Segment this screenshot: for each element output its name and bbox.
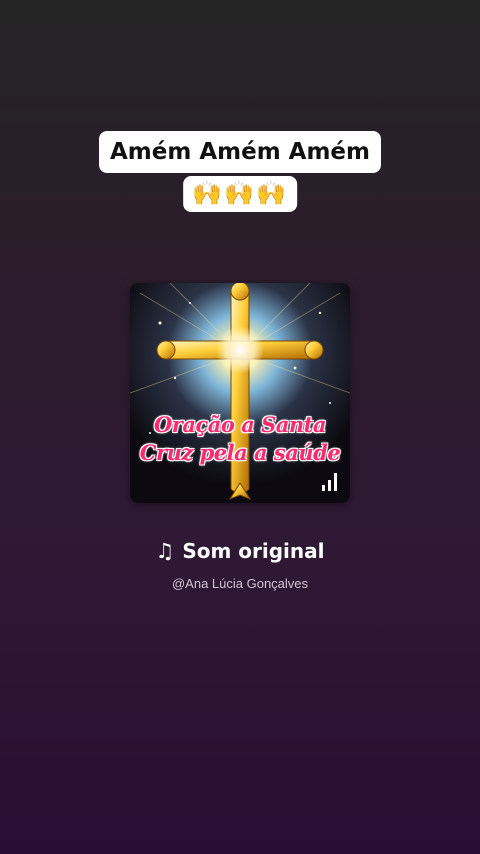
caption-line-1: Amém Amém Amém (98, 131, 382, 173)
music-note-icon: ♫ (155, 539, 175, 563)
cover-title-line-2: Cruz pela a saúde (139, 440, 341, 465)
sound-title: Som original (182, 539, 325, 563)
sound-title-row[interactable]: ♫ Som original (0, 539, 480, 563)
caption-emoji-line: 🙌🙌🙌 (183, 176, 297, 212)
audio-bars-icon (322, 473, 337, 491)
sound-cover-art[interactable]: Oração a Santa Cruz pela a saúde (130, 283, 350, 503)
sound-author[interactable]: @Ana Lúcia Gonçalves (0, 576, 480, 591)
cover-title-line-1: Oração a Santa (154, 412, 326, 437)
glowing-cross-image (130, 283, 350, 503)
